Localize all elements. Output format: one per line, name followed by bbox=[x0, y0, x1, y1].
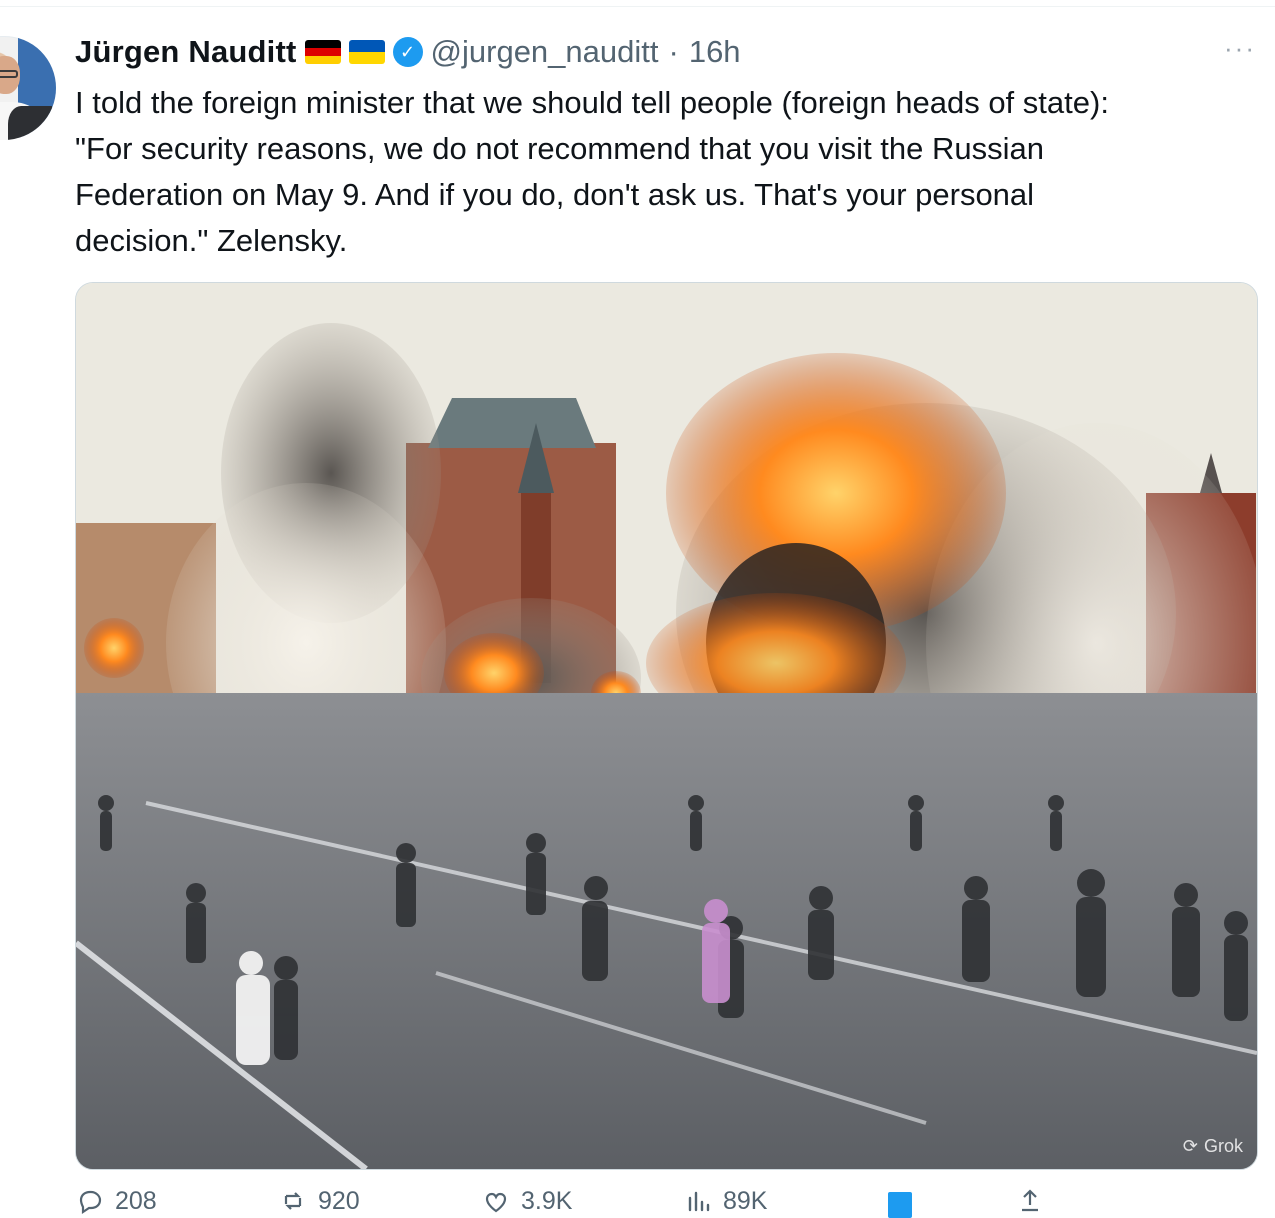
germany-flag-icon bbox=[304, 40, 341, 64]
heart-icon bbox=[481, 1186, 511, 1216]
tweet-actions: 208 920 3.9K 89K bbox=[75, 1186, 1256, 1218]
tweet-media[interactable]: ⟳ Grok bbox=[75, 282, 1258, 1170]
tweet-text: I told the foreign minister that we shou… bbox=[75, 85, 1109, 258]
tweet-header: Jürgen Nauditt ✓ @jurgen_nauditt · 16h bbox=[75, 30, 741, 74]
media-watermark: ⟳ Grok bbox=[1183, 1136, 1243, 1157]
retweet-count: 920 bbox=[318, 1186, 360, 1215]
share-icon bbox=[1015, 1186, 1045, 1216]
ukraine-flag-icon bbox=[348, 40, 385, 64]
more-icon[interactable]: ··· bbox=[1224, 35, 1256, 61]
retweet-icon bbox=[278, 1186, 308, 1216]
views-action[interactable]: 89K bbox=[683, 1186, 767, 1216]
avatar[interactable] bbox=[0, 36, 56, 140]
separator-dot: · bbox=[668, 34, 679, 69]
like-count: 3.9K bbox=[521, 1186, 573, 1215]
share-action[interactable] bbox=[1015, 1186, 1045, 1216]
views-icon bbox=[683, 1186, 713, 1216]
grok-icon: ⟳ bbox=[1182, 1136, 1198, 1156]
avatar-jacket bbox=[8, 106, 52, 140]
avatar-glasses bbox=[0, 70, 18, 78]
author-name[interactable]: Jürgen Nauditt bbox=[75, 34, 297, 70]
verified-icon: ✓ bbox=[392, 37, 423, 67]
reply-icon bbox=[75, 1186, 105, 1216]
like-action[interactable]: 3.9K bbox=[481, 1186, 572, 1216]
media-scene bbox=[76, 283, 1257, 1169]
reply-count: 208 bbox=[115, 1186, 157, 1215]
tweet-time[interactable]: 16h bbox=[689, 34, 741, 70]
reply-action[interactable]: 208 bbox=[75, 1186, 157, 1216]
views-count: 89K bbox=[723, 1186, 768, 1215]
tweet[interactable]: Jürgen Nauditt ✓ @jurgen_nauditt · 16h ·… bbox=[0, 0, 1275, 1218]
bookmark-icon[interactable] bbox=[888, 1192, 912, 1218]
retweet-action[interactable]: 920 bbox=[278, 1186, 360, 1216]
author-handle[interactable]: @jurgen_nauditt bbox=[431, 34, 659, 70]
watermark-text: Grok bbox=[1203, 1136, 1243, 1156]
